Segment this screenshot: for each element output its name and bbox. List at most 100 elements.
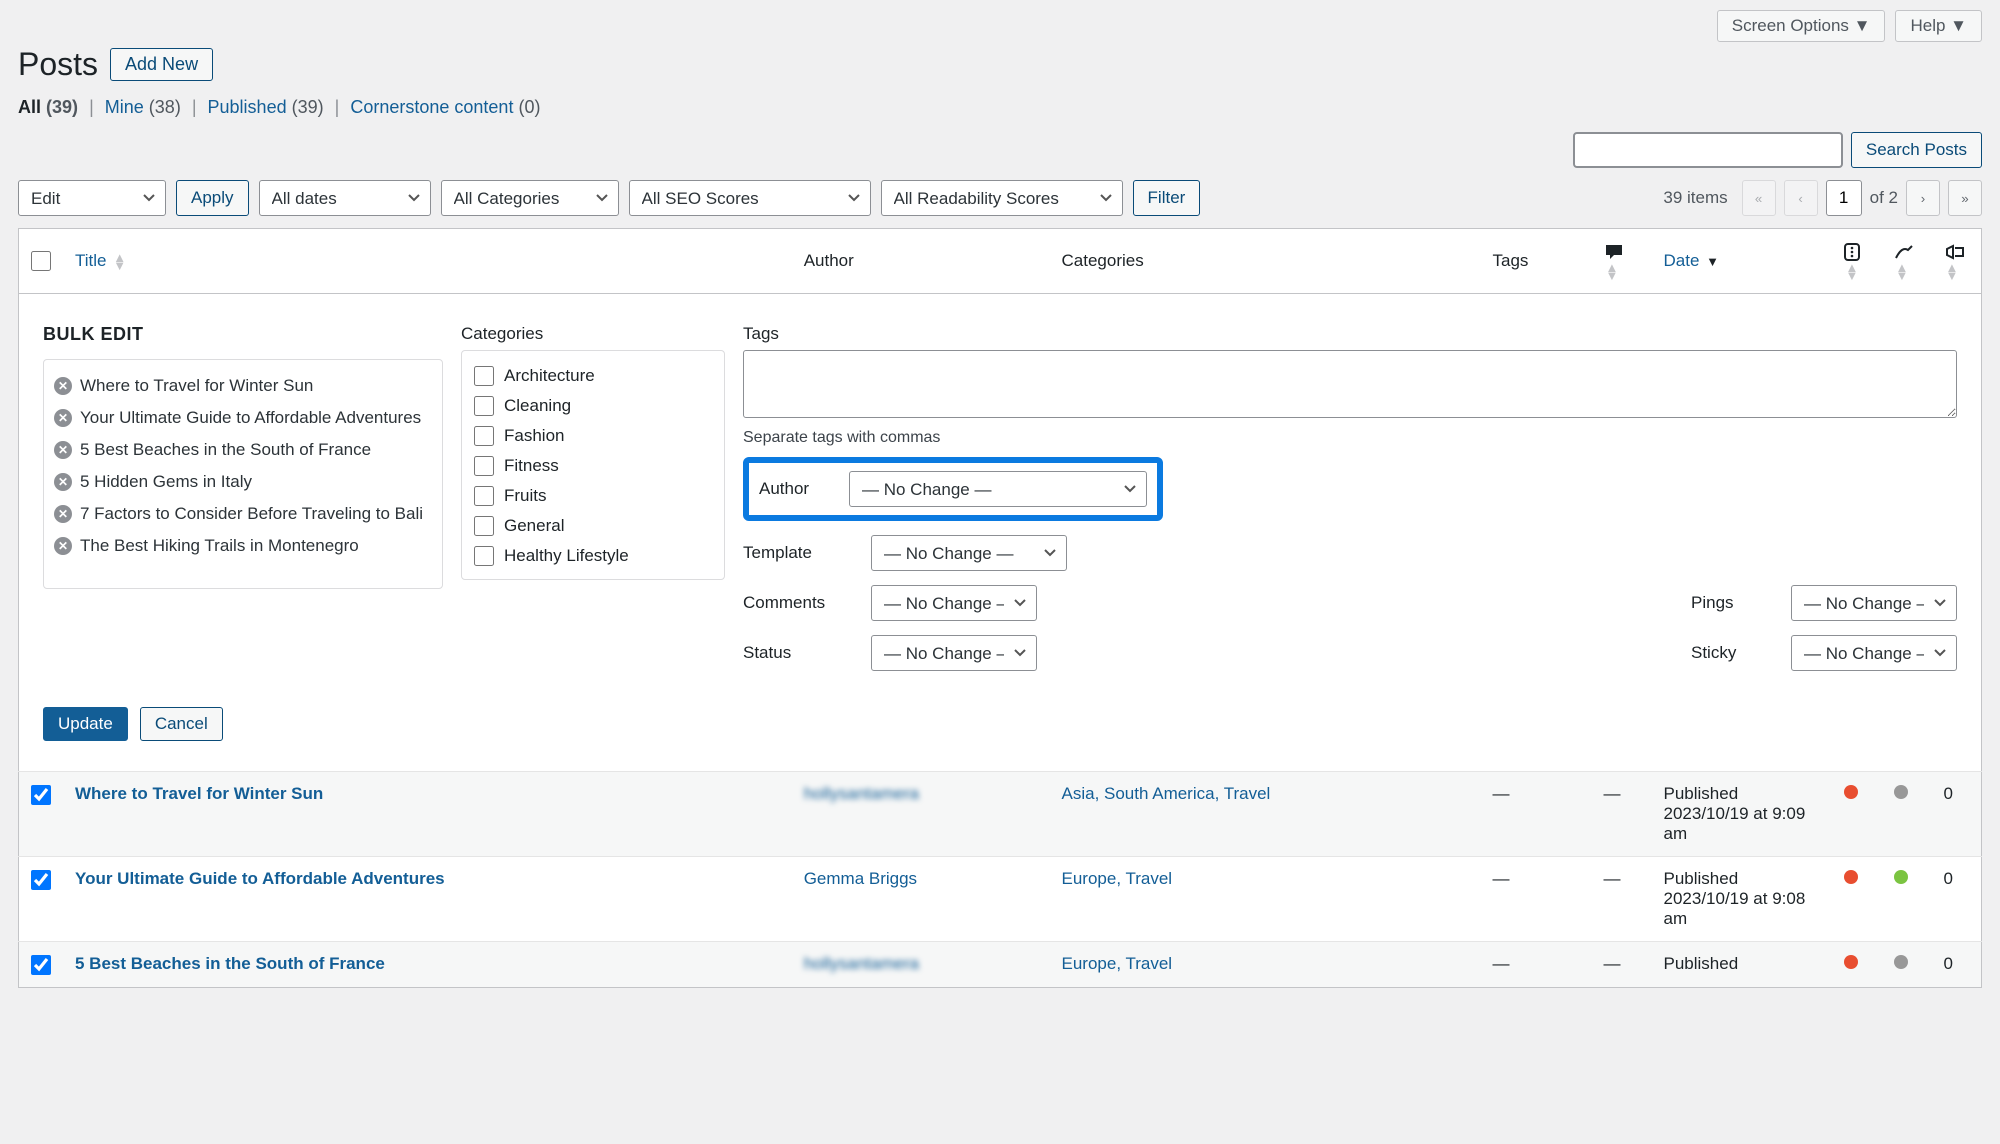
col-incoming-links[interactable]: ▲▼ (1932, 229, 1982, 294)
row-comments: — (1592, 772, 1652, 857)
add-new-button[interactable]: Add New (110, 48, 213, 81)
bulk-cat-item[interactable]: Cleaning (474, 391, 712, 421)
items-count: 39 items (1663, 188, 1727, 208)
prev-page-button[interactable]: ‹ (1784, 180, 1818, 216)
search-input[interactable] (1573, 132, 1843, 168)
help-button[interactable]: Help ▼ (1895, 10, 1982, 42)
row-readability (1882, 857, 1932, 942)
row-readability (1882, 772, 1932, 857)
filter-cornerstone[interactable]: Cornerstone content (0) (350, 97, 540, 117)
last-page-button[interactable]: » (1948, 180, 1982, 216)
bulk-cat-item[interactable]: Healthy Lifestyle (474, 541, 712, 571)
row-checkbox[interactable] (31, 785, 51, 805)
page-number-input[interactable] (1826, 180, 1862, 216)
col-title[interactable]: Title ▲▼ (75, 251, 126, 270)
pings-select[interactable]: — No Change — (1791, 585, 1957, 621)
author-select[interactable]: — No Change — (849, 471, 1147, 507)
cat-checkbox[interactable] (474, 546, 494, 566)
remove-icon[interactable]: ✕ (54, 505, 72, 523)
bulk-cat-item[interactable]: Fashion (474, 421, 712, 451)
row-tags: — (1480, 857, 1591, 942)
pings-label: Pings (1691, 593, 1751, 613)
row-seo (1832, 857, 1882, 942)
bulk-categories-label: Categories (461, 324, 725, 344)
col-tags: Tags (1480, 229, 1591, 294)
filter-all[interactable]: All (39) (18, 97, 78, 117)
next-page-button[interactable]: › (1906, 180, 1940, 216)
bulk-post-item: ✕5 Best Beaches in the South of France (54, 434, 432, 466)
bulk-edit-label: BULK EDIT (43, 324, 443, 345)
col-readability[interactable]: ▲▼ (1882, 229, 1932, 294)
dates-select[interactable]: All dates (259, 180, 431, 216)
select-all-checkbox[interactable] (31, 251, 51, 271)
comments-select[interactable]: — No Change — (871, 585, 1037, 621)
cat-checkbox[interactable] (474, 516, 494, 536)
filter-published[interactable]: Published (39) (208, 97, 324, 117)
cat-checkbox[interactable] (474, 366, 494, 386)
bulk-cat-item[interactable]: Fruits (474, 481, 712, 511)
row-title[interactable]: Your Ultimate Guide to Affordable Advent… (75, 869, 445, 889)
bulk-cat-item[interactable]: Architecture (474, 361, 712, 391)
cancel-button[interactable]: Cancel (140, 707, 223, 741)
seo-select[interactable]: All SEO Scores (629, 180, 871, 216)
first-page-button[interactable]: « (1742, 180, 1776, 216)
bulk-post-item: ✕The Best Hiking Trails in Montenegro (54, 530, 432, 562)
bulk-cat-item[interactable]: General (474, 511, 712, 541)
row-checkbox[interactable] (31, 870, 51, 890)
row-checkbox[interactable] (31, 955, 51, 975)
row-tags: — (1480, 772, 1591, 857)
remove-icon[interactable]: ✕ (54, 537, 72, 555)
cat-checkbox[interactable] (474, 456, 494, 476)
filter-button[interactable]: Filter (1133, 180, 1201, 216)
row-title[interactable]: 5 Best Beaches in the South of France (75, 954, 385, 974)
row-title[interactable]: Where to Travel for Winter Sun (75, 784, 323, 804)
page-title: Posts (18, 46, 98, 83)
row-seo (1832, 942, 1882, 988)
sticky-select[interactable]: — No Change — (1791, 635, 1957, 671)
cat-checkbox[interactable] (474, 396, 494, 416)
row-categories[interactable]: Asia, South America, Travel (1062, 784, 1271, 803)
author-label: Author (759, 479, 819, 499)
update-button[interactable]: Update (43, 707, 128, 741)
row-comments: — (1592, 942, 1652, 988)
col-comments[interactable]: ▲▼ (1592, 229, 1652, 294)
table-row: Your Ultimate Guide to Affordable Advent… (19, 857, 1982, 942)
author-highlight: Author — No Change — (743, 457, 1163, 521)
remove-icon[interactable]: ✕ (54, 409, 72, 427)
row-date: Published (1652, 942, 1832, 988)
readability-select[interactable]: All Readability Scores (881, 180, 1123, 216)
filter-mine[interactable]: Mine (38) (105, 97, 181, 117)
bulk-post-item: ✕Your Ultimate Guide to Affordable Adven… (54, 402, 432, 434)
search-posts-button[interactable]: Search Posts (1851, 132, 1982, 168)
row-author: hollysantamera (792, 942, 1050, 988)
cat-checkbox[interactable] (474, 426, 494, 446)
bulk-cat-item[interactable]: Fitness (474, 451, 712, 481)
row-categories[interactable]: Europe, Travel (1062, 954, 1173, 973)
bulk-action-select[interactable]: Edit (18, 180, 166, 216)
col-seo[interactable]: ▲▼ (1832, 229, 1882, 294)
categories-select[interactable]: All Categories (441, 180, 619, 216)
bulk-post-list: ✕Where to Travel for Winter Sun✕Your Ult… (43, 359, 443, 589)
sticky-label: Sticky (1691, 643, 1751, 663)
remove-icon[interactable]: ✕ (54, 441, 72, 459)
row-categories[interactable]: Europe, Travel (1062, 869, 1173, 888)
table-row: Where to Travel for Winter Sun hollysanta… (19, 772, 1982, 857)
status-select[interactable]: — No Change — (871, 635, 1037, 671)
remove-icon[interactable]: ✕ (54, 377, 72, 395)
template-select[interactable]: — No Change — (871, 535, 1067, 571)
row-date: Published2023/10/19 at 9:08 am (1652, 857, 1832, 942)
row-seo (1832, 772, 1882, 857)
page-of: of 2 (1870, 188, 1898, 208)
bulk-tags-input[interactable] (743, 350, 1957, 418)
screen-options-button[interactable]: Screen Options ▼ (1717, 10, 1886, 42)
table-row: 5 Best Beaches in the South of France hol… (19, 942, 1982, 988)
row-author: Gemma Briggs (792, 857, 1050, 942)
author-link[interactable]: Gemma Briggs (804, 869, 917, 888)
apply-button[interactable]: Apply (176, 180, 249, 216)
template-label: Template (743, 543, 831, 563)
row-author: hollysantamera (792, 772, 1050, 857)
remove-icon[interactable]: ✕ (54, 473, 72, 491)
cat-checkbox[interactable] (474, 486, 494, 506)
col-date[interactable]: Date ▼ (1664, 251, 1720, 270)
tags-hint: Separate tags with commas (743, 429, 1957, 447)
